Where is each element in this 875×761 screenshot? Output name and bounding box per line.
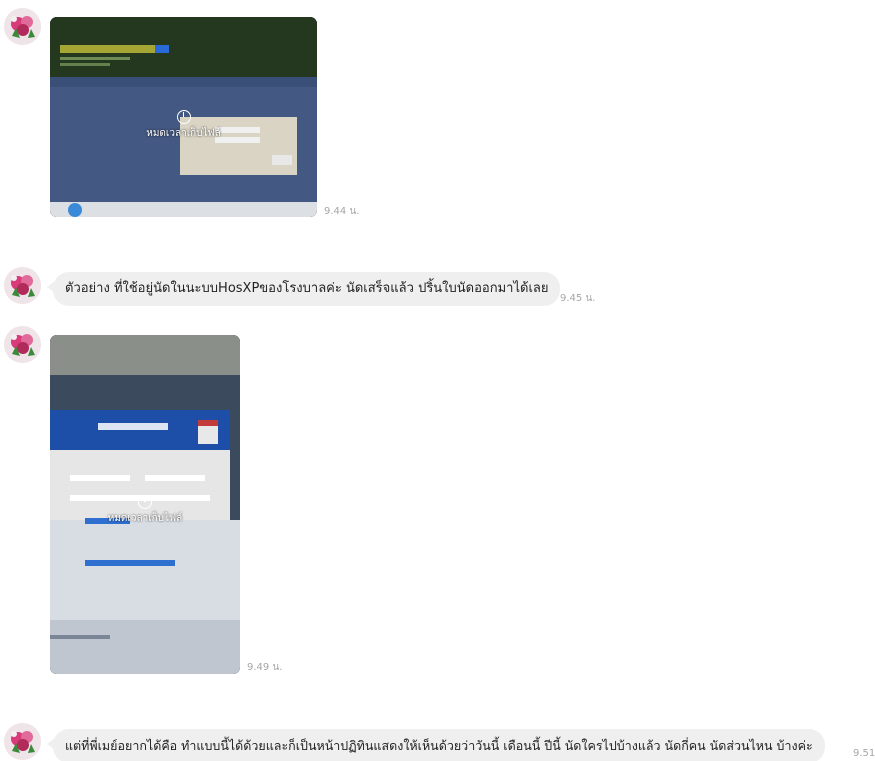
message-time: 9.49 น. (247, 662, 283, 673)
text-message-bubble[interactable]: ตัวอย่าง ที่ใช้อยู่นัดในนะบบHosXPของโรงบ… (46, 272, 561, 306)
sender-avatar[interactable] (4, 267, 41, 304)
image-message[interactable]: หมดเวลาเก็บไฟล์ (50, 335, 240, 674)
image-message[interactable]: หมดเวลาเก็บไฟล์ (50, 17, 317, 217)
clock-icon (138, 495, 152, 509)
file-expired-overlay: หมดเวลาเก็บไฟล์ (50, 110, 317, 141)
message-text: ตัวอย่าง ที่ใช้อยู่นัดในนะบบHosXPของโรงบ… (65, 281, 549, 296)
sender-avatar[interactable] (4, 326, 41, 363)
sender-avatar[interactable] (4, 8, 41, 45)
message-text: แต่ที่พี่เมย์อยากได้คือ ทำแบบนี้ได้ด้วยแ… (65, 738, 813, 753)
file-expired-overlay: หมดเวลาเก็บไฟล์ (50, 495, 240, 526)
clock-icon (176, 110, 191, 124)
message-time: 9.45 น. (560, 293, 596, 304)
file-expired-text: หมดเวลาเก็บไฟล์ (107, 513, 183, 524)
message-time: 9.44 น. (324, 206, 360, 217)
sender-avatar[interactable] (4, 723, 41, 760)
file-expired-text: หมดเวลาเก็บไฟล์ (146, 128, 221, 139)
chat-conversation: หมดเวลาเก็บไฟล์ 9.44 น. ตัวอย่าง ที่ใช้อ… (0, 0, 875, 761)
text-message-bubble[interactable]: แต่ที่พี่เมย์อยากได้คือ ทำแบบนี้ได้ด้วยแ… (47, 729, 825, 761)
message-time: 9.51 (853, 748, 875, 759)
